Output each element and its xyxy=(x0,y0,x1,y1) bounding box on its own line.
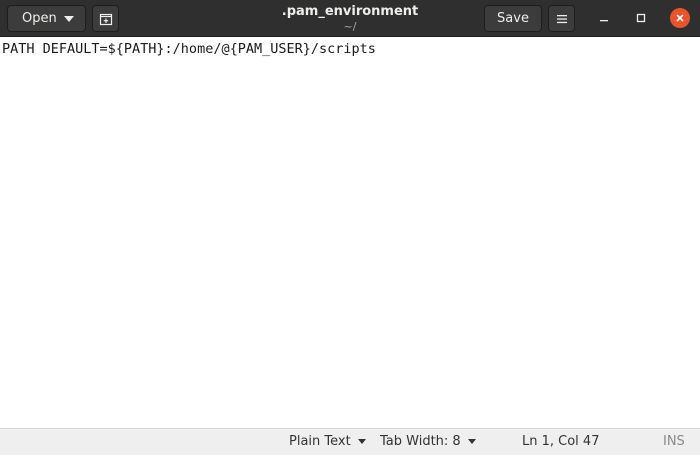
new-tab-button[interactable] xyxy=(92,5,119,32)
save-button[interactable]: Save xyxy=(484,5,542,32)
file-path: ~/ xyxy=(343,20,357,33)
text-editor-area[interactable]: PATH DEFAULT=${PATH}:/home/@{PAM_USER}/s… xyxy=(0,37,700,428)
maximize-button[interactable] xyxy=(631,8,651,28)
chevron-down-icon xyxy=(357,439,366,444)
minimize-icon xyxy=(600,20,608,22)
language-selector[interactable]: Plain Text xyxy=(289,434,366,449)
insert-mode-indicator: INS xyxy=(663,434,685,449)
editor-line[interactable]: PATH DEFAULT=${PATH}:/home/@{PAM_USER}/s… xyxy=(2,40,376,58)
new-document-icon xyxy=(99,13,112,25)
hamburger-menu-icon xyxy=(556,14,567,23)
open-button[interactable]: Open xyxy=(7,5,86,32)
maximize-icon xyxy=(636,13,646,23)
open-button-label: Open xyxy=(22,11,57,26)
language-label: Plain Text xyxy=(289,434,351,449)
tab-width-selector[interactable]: Tab Width: 8 xyxy=(380,434,476,449)
cursor-position[interactable]: Ln 1, Col 47 xyxy=(522,434,599,449)
menu-button[interactable] xyxy=(548,5,575,32)
tab-width-label: Tab Width: 8 xyxy=(380,434,461,449)
window-title: .pam_environment ~/ xyxy=(250,4,450,33)
chevron-down-icon xyxy=(467,439,476,444)
file-name: .pam_environment xyxy=(281,4,419,19)
status-bar: Plain Text Tab Width: 8 Ln 1, Col 47 INS xyxy=(0,428,700,455)
minimize-button[interactable] xyxy=(594,8,614,28)
close-icon xyxy=(676,14,684,22)
insert-mode-label: INS xyxy=(663,434,685,449)
cursor-position-label: Ln 1, Col 47 xyxy=(522,434,600,449)
chevron-down-icon xyxy=(64,16,74,22)
close-button[interactable] xyxy=(670,8,690,28)
save-button-label: Save xyxy=(497,11,529,26)
header-bar: Open .pam_environment ~/ Save xyxy=(0,0,700,37)
